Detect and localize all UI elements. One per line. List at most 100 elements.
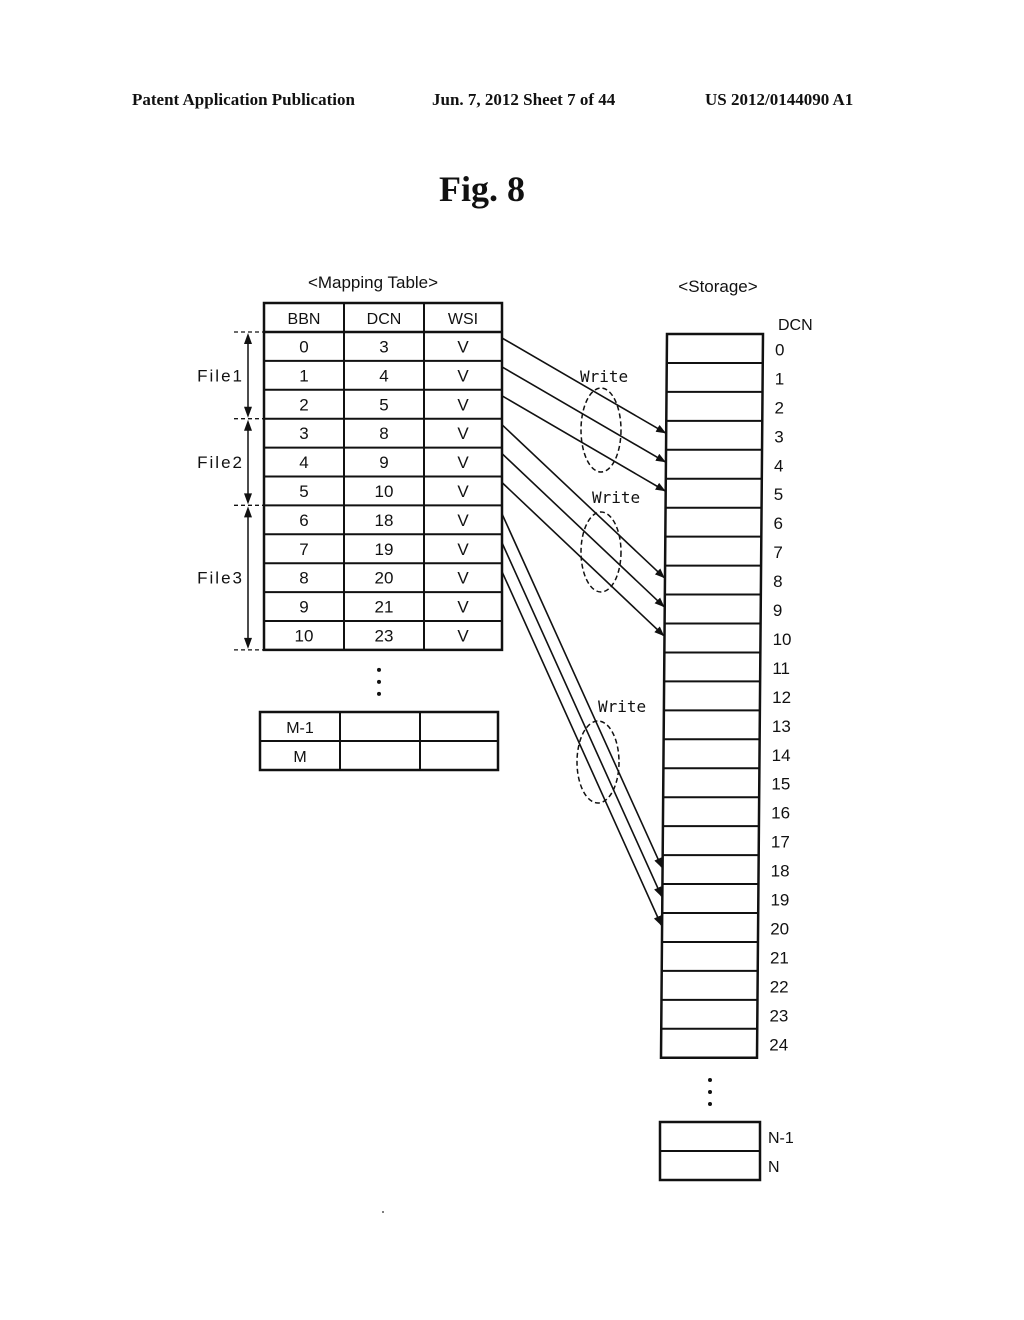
table-cell-bbn: 0 bbox=[299, 337, 308, 356]
write-label: Write bbox=[580, 367, 628, 386]
storage-cell: 1 bbox=[666, 361, 784, 388]
storage-cell: 0 bbox=[775, 340, 784, 359]
storage-cell: 6 bbox=[665, 506, 783, 533]
storage-cell: 18 bbox=[662, 854, 790, 881]
table-cell-dcn: 20 bbox=[375, 569, 394, 588]
table-cell-wsi: V bbox=[457, 395, 469, 414]
table-cell-bbn: 5 bbox=[299, 482, 308, 501]
arrow-up-icon bbox=[244, 333, 252, 344]
storage-cell: 13 bbox=[663, 709, 791, 736]
table-cell-wsi: V bbox=[457, 424, 469, 443]
table-cell-wsi: V bbox=[457, 626, 469, 645]
file-bracket-file2: File2 bbox=[197, 418, 264, 506]
storage-cell-label: 16 bbox=[771, 804, 790, 823]
table-cell-wsi: V bbox=[457, 511, 469, 530]
storage-cell: 17 bbox=[662, 825, 790, 852]
arrow-down-icon bbox=[244, 637, 252, 649]
table-cell-bbn: 8 bbox=[299, 569, 308, 588]
storage-cell: 21 bbox=[661, 940, 789, 967]
table-cell-dcn: 8 bbox=[379, 424, 388, 443]
ellipsis-dot bbox=[708, 1078, 712, 1082]
table-cell-bbn: 7 bbox=[299, 540, 308, 559]
storage-dcn-label: DCN bbox=[778, 317, 813, 334]
table-cell-wsi: V bbox=[457, 453, 469, 472]
storage-cell-label: N bbox=[768, 1159, 780, 1176]
table-cell-wsi: V bbox=[457, 540, 469, 559]
storage-column: <Storage>DCN0123456789101112131415161718… bbox=[658, 277, 813, 1182]
table-cell-bbn: 3 bbox=[299, 424, 308, 443]
storage-cell-label: 21 bbox=[770, 948, 789, 967]
table-row: M bbox=[260, 740, 498, 766]
storage-cell-label: 8 bbox=[773, 572, 782, 591]
table-cell-bbn: 6 bbox=[299, 511, 308, 530]
table-row: 2 5 V bbox=[264, 388, 502, 414]
arrow-up-icon bbox=[244, 419, 252, 431]
table-cell-dcn: 21 bbox=[375, 598, 394, 617]
storage-cell-label: 17 bbox=[771, 833, 790, 852]
storage-cell-label: 3 bbox=[774, 427, 783, 446]
storage-cell-label: 18 bbox=[771, 862, 790, 881]
mapping-table-caption: <Mapping Table> bbox=[308, 273, 438, 292]
storage-cell: 23 bbox=[661, 998, 788, 1025]
table-cell-dcn: 23 bbox=[375, 626, 394, 645]
table-header-dcn: DCN bbox=[367, 311, 402, 328]
write-group-ellipse bbox=[580, 387, 622, 473]
table-cell-wsi: V bbox=[457, 569, 469, 588]
storage-cell: N bbox=[660, 1150, 780, 1176]
storage-cell-label: 15 bbox=[771, 775, 790, 794]
storage-cell: 22 bbox=[661, 969, 789, 996]
write-arrow bbox=[501, 542, 663, 897]
table-row: 8 20 V bbox=[264, 562, 502, 588]
arrow-down-icon bbox=[244, 493, 252, 505]
ellipsis-dot bbox=[377, 667, 381, 672]
table-cell-wsi: V bbox=[457, 482, 469, 501]
write-group-ellipse bbox=[576, 720, 620, 804]
write-group: Write bbox=[501, 337, 667, 492]
arrow-down-icon bbox=[244, 406, 252, 418]
file-brackets: File1 File2 File3 bbox=[197, 331, 264, 651]
ellipsis-dot bbox=[377, 679, 381, 684]
table-row: 4 9 V bbox=[264, 446, 502, 472]
storage-cell-label: 2 bbox=[775, 398, 784, 417]
ellipsis-dot bbox=[708, 1090, 712, 1094]
table-row: M-1 bbox=[286, 720, 314, 737]
storage-cell-label: 1 bbox=[775, 369, 784, 388]
mapping-table: <Mapping Table>BBN DCN WSI0 3 V1 4 V2 5 V3 8 V4 9 V5… bbox=[258, 273, 504, 772]
table-cell-dcn: 3 bbox=[379, 337, 388, 356]
table-cell-wsi: V bbox=[457, 598, 469, 617]
table-cell-wsi: V bbox=[457, 366, 469, 385]
storage-caption: <Storage> bbox=[678, 277, 757, 296]
storage-cell-label: 6 bbox=[774, 514, 783, 533]
storage-cell: 8 bbox=[665, 564, 783, 591]
table-cell-dcn: 9 bbox=[379, 453, 388, 472]
storage-cell: 11 bbox=[664, 651, 790, 678]
file-label: File2 bbox=[197, 453, 244, 472]
storage-cell: N-1 bbox=[768, 1130, 794, 1147]
storage-cell: 12 bbox=[664, 680, 791, 707]
storage-cell-label: 24 bbox=[769, 1035, 788, 1054]
table-row: 6 18 V bbox=[264, 504, 502, 530]
storage-border bbox=[659, 332, 765, 1059]
storage-cell-label: 7 bbox=[773, 543, 782, 562]
write-label: Write bbox=[592, 488, 640, 507]
storage-cell: 4 bbox=[666, 448, 784, 475]
storage-cell-label: 23 bbox=[769, 1006, 788, 1025]
storage-cell: 24 bbox=[661, 1027, 788, 1054]
table-cell-wsi: V bbox=[457, 337, 469, 356]
storage-cell-label: 14 bbox=[772, 746, 791, 765]
scan-speck bbox=[382, 1211, 384, 1213]
write-group: Write bbox=[501, 424, 665, 637]
table-header-bbn: BBN bbox=[288, 311, 321, 328]
storage-cell: 5 bbox=[665, 477, 783, 504]
table-cell-bbn: 4 bbox=[299, 453, 308, 472]
ellipsis-dot bbox=[377, 691, 381, 696]
file-label: File3 bbox=[197, 569, 244, 588]
storage-cell-label: 4 bbox=[774, 456, 783, 475]
ellipsis-dot bbox=[708, 1102, 712, 1106]
storage-cell-label: 5 bbox=[774, 485, 783, 504]
table-cell-bbn: M bbox=[293, 749, 306, 766]
table-row: 0 3 V bbox=[299, 337, 469, 356]
write-group: Write bbox=[501, 513, 663, 926]
table-cell-bbn: 1 bbox=[299, 366, 308, 385]
storage-cell: 7 bbox=[665, 535, 783, 562]
